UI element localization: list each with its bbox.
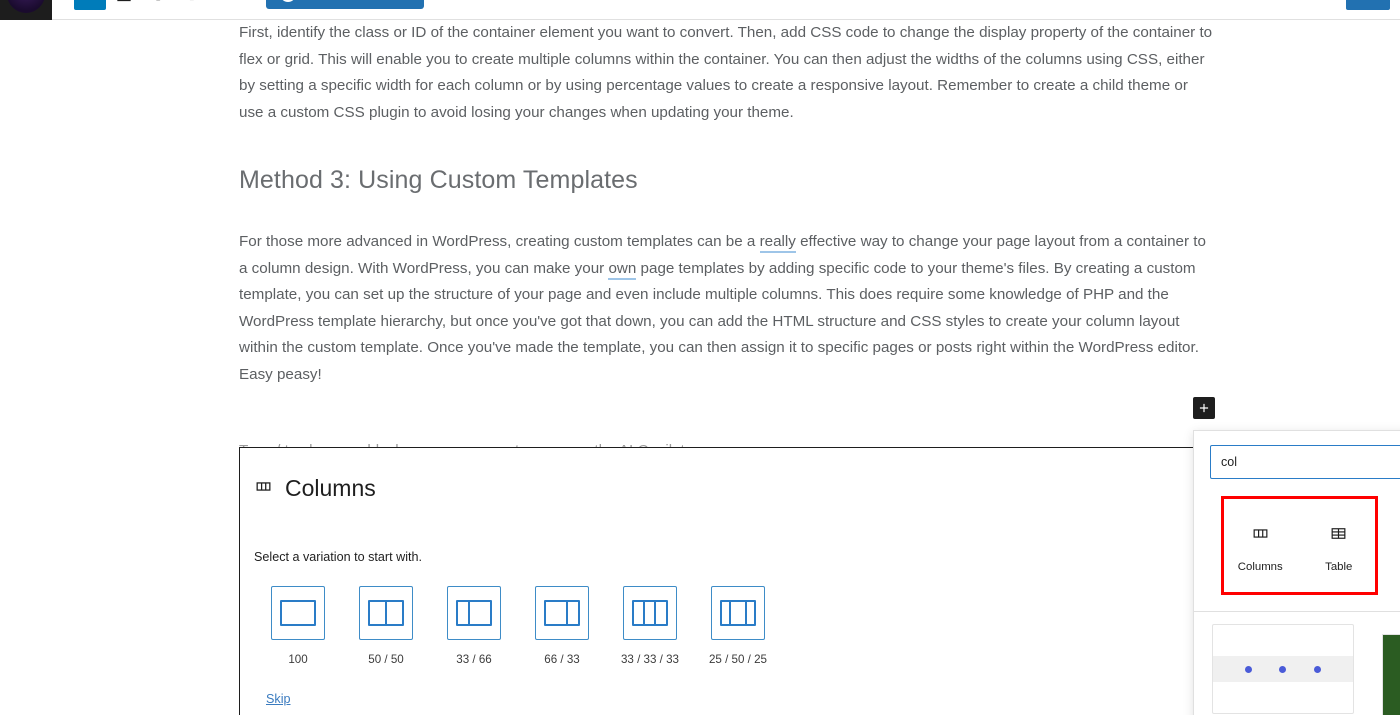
block-result-label: Table (1325, 561, 1353, 573)
block-inserter-toggle-button[interactable] (1193, 397, 1215, 419)
columns-block-header: Columns (254, 475, 1213, 502)
block-result-table[interactable]: Table (1300, 496, 1379, 595)
post-content-column: First, identify the class or ID of the c… (239, 20, 1214, 464)
variation-preview-icon (720, 600, 756, 626)
document-overview-button[interactable] (210, 0, 242, 10)
variation-50-50[interactable]: 50 / 50 (342, 586, 430, 666)
editor-tools-group (74, 0, 242, 10)
social-dot-icon (1244, 665, 1252, 673)
columns-block-placeholder[interactable]: Columns Select a variation to start with… (239, 447, 1214, 715)
top-bar-right-group: Save draft Pu (1239, 0, 1400, 10)
social-dot-icon (1279, 665, 1287, 673)
variation-tile (535, 586, 589, 640)
editor-canvas: First, identify the class or ID of the c… (0, 20, 1400, 715)
preview-button[interactable] (1306, 0, 1338, 10)
variation-tile (711, 586, 765, 640)
variation-list: 100 50 / 50 33 / 66 66 / 33 33 / 33 / 33… (254, 586, 1213, 666)
site-logo[interactable]: THE WP de agency (0, 0, 52, 20)
spellcheck-word-own: own (608, 259, 637, 280)
variation-preview-icon (368, 600, 404, 626)
variation-prompt-text: Select a variation to start with. (254, 550, 422, 564)
columns-icon (1251, 524, 1270, 548)
skip-link[interactable]: Skip (266, 692, 291, 706)
paragraph-method2-body[interactable]: First, identify the class or ID of the c… (239, 20, 1214, 126)
pattern-results-area: Social links with a shared E (1194, 611, 1400, 715)
variation-tile (623, 586, 677, 640)
save-draft-button[interactable]: Save draft (1239, 0, 1298, 1)
list-view-icon (216, 0, 236, 4)
variation-tile (271, 586, 325, 640)
plus-icon (81, 0, 99, 3)
redo-icon (182, 0, 202, 4)
paragraph-method3-body[interactable]: For those more advanced in WordPress, cr… (239, 229, 1214, 388)
variation-tile (447, 586, 501, 640)
variation-100[interactable]: 100 (254, 586, 342, 666)
block-search-input[interactable] (1210, 445, 1400, 479)
variation-25-50-25[interactable]: 25 / 50 / 25 (694, 586, 782, 666)
edit-with-elementor-button[interactable]: Edit with Elementor (266, 0, 424, 9)
preview-desktop-icon (1312, 0, 1332, 4)
columns-icon (254, 477, 273, 501)
undo-button[interactable] (142, 0, 174, 10)
variation-label: 25 / 50 / 25 (708, 653, 767, 666)
variation-preview-icon (632, 600, 668, 626)
spellcheck-word-really: really (759, 233, 796, 253)
paragraph-seg-c: page templates by adding specific code t… (239, 259, 1199, 383)
pencil-icon (117, 0, 131, 1)
variation-preview-icon (456, 600, 492, 626)
variation-preview-icon (280, 600, 316, 626)
undo-icon (148, 0, 168, 4)
variation-label: 33 / 33 / 33 (620, 653, 679, 666)
block-result-columns[interactable]: Columns (1221, 496, 1300, 595)
variation-label: 66 / 33 (544, 653, 580, 666)
pattern-preview-green[interactable]: E (1382, 634, 1400, 715)
plus-icon (1199, 403, 1209, 413)
publish-button[interactable]: Pu (1346, 0, 1390, 10)
site-logo-badge: THE WP de agency (7, 0, 45, 13)
table-icon (1329, 524, 1348, 548)
variation-tile (359, 586, 413, 640)
variation-label: 33 / 66 (456, 653, 492, 666)
social-dot-icon (1314, 665, 1322, 673)
redo-button[interactable] (176, 0, 208, 10)
heading-method3[interactable]: Method 3: Using Custom Templates (239, 166, 1214, 195)
variation-label: 50 / 50 (368, 653, 404, 666)
columns-block-title: Columns (285, 475, 376, 501)
search-results-grid: Columns Table (1221, 496, 1378, 595)
variation-33-66[interactable]: 33 / 66 (430, 586, 518, 666)
variation-label: 100 (288, 653, 308, 666)
block-result-label: Columns (1237, 561, 1283, 573)
elementor-logo-icon (280, 0, 296, 2)
tools-button[interactable] (108, 0, 140, 10)
variation-33-33-33[interactable]: 33 / 33 / 33 (606, 586, 694, 666)
block-inserter-panel: Columns Table (1193, 430, 1400, 715)
pattern-preview-social-links[interactable] (1212, 624, 1354, 714)
add-block-button[interactable] (74, 0, 106, 10)
variation-preview-icon (544, 600, 580, 626)
editor-top-bar: THE WP de agency (0, 0, 1400, 20)
variation-66-33[interactable]: 66 / 33 (518, 586, 606, 666)
block-search-wrapper (1194, 431, 1400, 479)
edit-with-elementor-label: Edit with Elementor (302, 0, 410, 1)
paragraph-seg-a: For those more advanced in WordPress, cr… (239, 233, 760, 250)
pattern-social-strip (1213, 656, 1353, 682)
